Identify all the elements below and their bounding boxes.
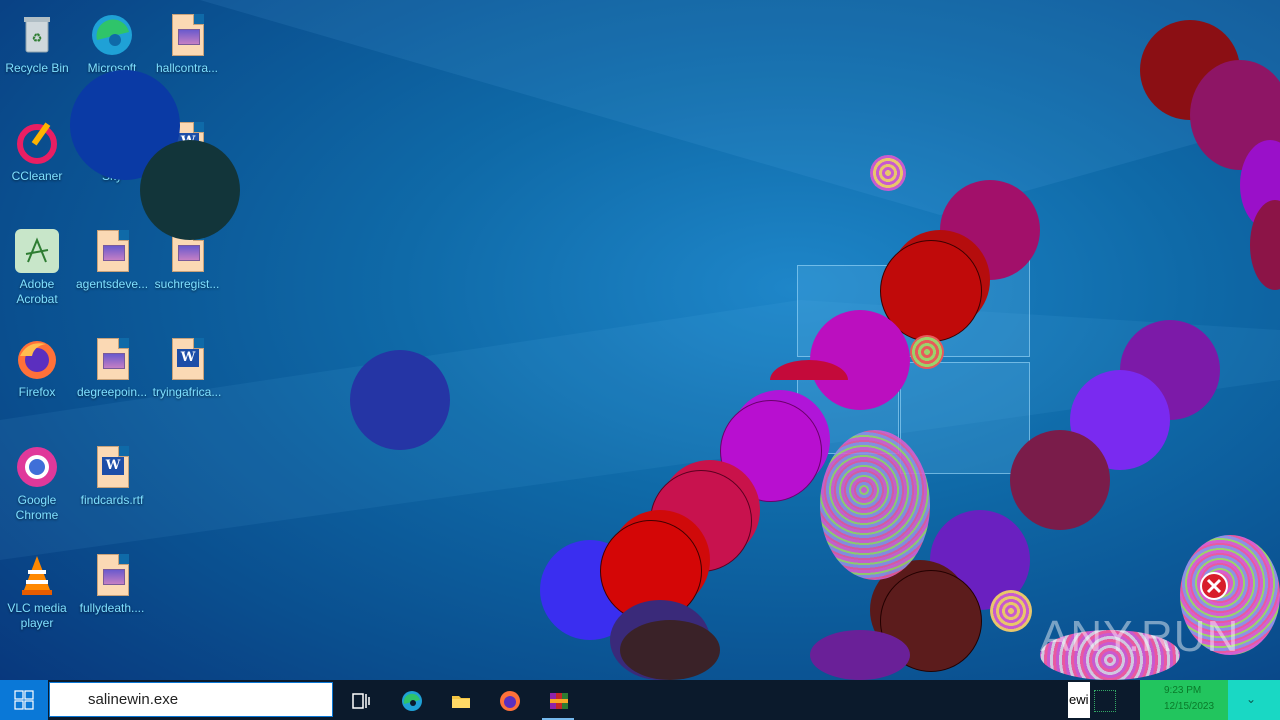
desktop-icon-label: suchregist... bbox=[154, 277, 220, 291]
notification-area-button[interactable]: ⌄ bbox=[1228, 680, 1280, 720]
glitch-ring-cluster bbox=[990, 590, 1032, 632]
taskbar-search-box[interactable] bbox=[49, 682, 333, 717]
task-view-icon bbox=[352, 693, 370, 709]
desktop-icon-label: findcards.rtf bbox=[80, 493, 144, 507]
edge-taskbar-button[interactable] bbox=[387, 680, 435, 720]
desktop-icon-firefox[interactable]: Firefox bbox=[0, 328, 74, 428]
desktop-icon-label: fullydeath.... bbox=[79, 601, 145, 615]
desktop-icon-fullydeath[interactable]: fullydeath.... bbox=[75, 544, 149, 644]
desktop-icon-label: Firefox bbox=[18, 385, 56, 399]
glitch-circle bbox=[140, 140, 240, 240]
edge-icon bbox=[92, 15, 132, 55]
desktop-icon-label: tryingafrica... bbox=[152, 385, 222, 399]
start-button[interactable] bbox=[0, 680, 48, 720]
desktop-icon-vlc[interactable]: VLC media player bbox=[0, 544, 74, 644]
desktop-icon-agentsdeve[interactable]: agentsdeve... bbox=[75, 220, 149, 320]
error-icon bbox=[1200, 572, 1228, 600]
tray-app-button[interactable]: ewi bbox=[1068, 682, 1090, 718]
ccleaner-icon bbox=[17, 122, 57, 164]
desktop-icon-findcards[interactable]: W findcards.rtf bbox=[75, 436, 149, 536]
image-file-icon bbox=[89, 552, 135, 598]
windows-logo-pane bbox=[900, 362, 1030, 474]
winrar-icon bbox=[550, 693, 568, 709]
winrar-taskbar-button[interactable] bbox=[534, 680, 582, 720]
taskbar-clock[interactable]: 9:23 PM 12/15/2023 bbox=[1140, 680, 1228, 720]
glitch-circle bbox=[620, 620, 720, 680]
task-view-button[interactable] bbox=[336, 680, 384, 720]
chevron-down-icon: ⌄ bbox=[1246, 692, 1257, 706]
recycle-bin-icon: ♻ bbox=[24, 17, 50, 53]
desktop-icon-label: CCleaner bbox=[11, 169, 63, 183]
tray-app-label: ewi bbox=[1069, 692, 1089, 707]
desktop-icon-adobe-acrobat[interactable]: Adobe Acrobat bbox=[0, 220, 74, 320]
acrobat-icon bbox=[15, 229, 59, 273]
desktop-icon-label: hallcontra... bbox=[155, 61, 219, 75]
desktop-icon-tryingafrica[interactable]: W tryingafrica... bbox=[150, 328, 224, 428]
glitch-circle bbox=[1010, 430, 1110, 530]
glitch-circle bbox=[350, 350, 450, 450]
desktop-icon-label: degreepoin... bbox=[76, 385, 148, 399]
image-file-icon bbox=[164, 12, 210, 58]
desktop-icon-recycle-bin[interactable]: ♻ Recycle Bin bbox=[0, 4, 74, 104]
chrome-icon bbox=[17, 447, 57, 487]
firefox-taskbar-button[interactable] bbox=[485, 680, 533, 720]
glitch-ring-cluster bbox=[910, 335, 944, 369]
word-file-icon: W bbox=[164, 336, 210, 382]
desktop-icon-ccleaner[interactable]: CCleaner bbox=[0, 112, 74, 212]
image-file-icon bbox=[89, 228, 135, 274]
tray-icons[interactable] bbox=[1094, 690, 1116, 712]
desktop-icon-label: agentsdeve... bbox=[75, 277, 149, 291]
taskbar: ewi 9:23 PM 12/15/2023 ⌄ bbox=[0, 680, 1280, 720]
image-file-icon bbox=[89, 336, 135, 382]
clock-date: 12/15/2023 bbox=[1164, 701, 1215, 712]
desktop-icon-label: VLC media player bbox=[7, 601, 67, 630]
glitch-circle bbox=[810, 630, 910, 680]
anyrun-watermark: ANY.RUN bbox=[1040, 612, 1240, 661]
svg-text:♻: ♻ bbox=[32, 31, 43, 45]
glitch-ring-cluster bbox=[820, 430, 930, 580]
edge-icon bbox=[402, 691, 422, 711]
folder-icon bbox=[452, 696, 470, 708]
desktop-icon-label: Google Chrome bbox=[15, 493, 59, 522]
glitch-ring-cluster bbox=[870, 155, 906, 191]
desktop-icon-google-chrome[interactable]: Google Chrome bbox=[0, 436, 74, 536]
word-file-icon: W bbox=[89, 444, 135, 490]
search-input[interactable] bbox=[86, 690, 320, 709]
file-explorer-taskbar-button[interactable] bbox=[436, 680, 484, 720]
windows-logo-icon bbox=[14, 690, 34, 710]
desktop-icon-label: Adobe Acrobat bbox=[16, 277, 58, 306]
firefox-icon bbox=[18, 341, 56, 379]
desktop-icon-label: Recycle Bin bbox=[5, 61, 69, 75]
clock-time: 9:23 PM bbox=[1164, 685, 1202, 696]
firefox-icon bbox=[500, 691, 520, 711]
vlc-icon bbox=[22, 556, 52, 595]
desktop-icon-degreepoin[interactable]: degreepoin... bbox=[75, 328, 149, 428]
glitch-circle bbox=[810, 310, 910, 410]
